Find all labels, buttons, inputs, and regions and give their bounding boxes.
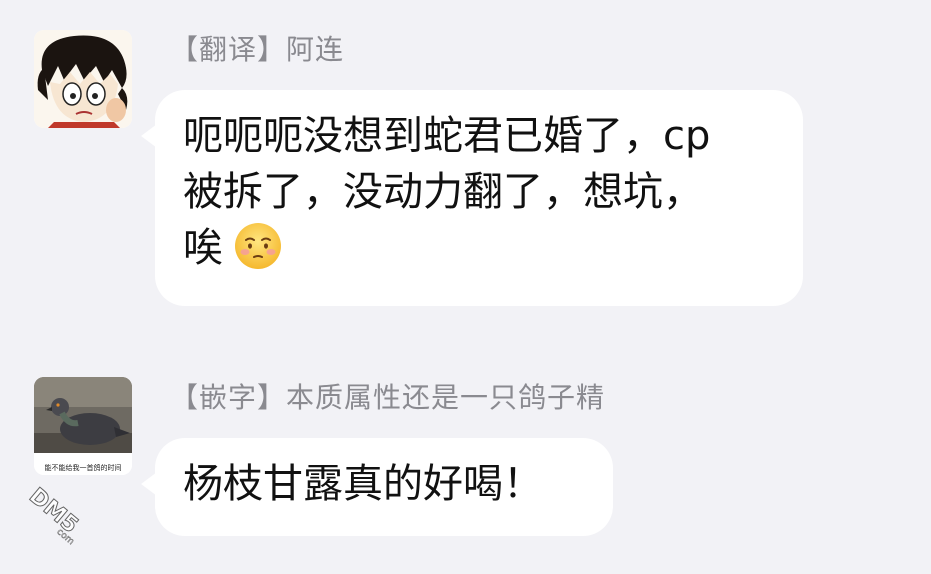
anime-boy-avatar-image: [34, 30, 132, 128]
message-text-line: 呃呃呃没想到蛇君已婚了，cp: [183, 113, 711, 159]
sender-name: 【嵌字】本质属性还是一只鸽子精: [170, 381, 606, 414]
avatar[interactable]: 能不能给我一首鸽的时间: [34, 377, 132, 475]
message-bubble[interactable]: 杨枝甘露真的好喝！: [141, 438, 613, 536]
blushing-face-icon: [233, 221, 283, 271]
pigeon-avatar-image: [34, 377, 132, 475]
sender-name: 【翻译】阿连: [170, 33, 345, 66]
message-text-line: 被拆了，没动力翻了，想坑，: [183, 169, 703, 215]
watermark-text: DM5: [24, 484, 83, 539]
avatar[interactable]: [34, 30, 132, 128]
watermark-logo: DM5 com: [14, 480, 100, 564]
message-text-line: 杨枝甘露真的好喝！: [183, 461, 543, 507]
message-bubble[interactable]: 呃呃呃没想到蛇君已婚了，cp 被拆了，没动力翻了，想坑， 唉: [141, 90, 803, 306]
avatar-caption: 能不能给我一首鸽的时间: [44, 464, 122, 472]
message-text-line: 唉: [183, 225, 223, 271]
chat-view: 【翻译】阿连 呃呃呃没想到蛇君已婚了，cp 被拆了，没动力翻了，想坑， 唉 能不…: [0, 0, 931, 574]
